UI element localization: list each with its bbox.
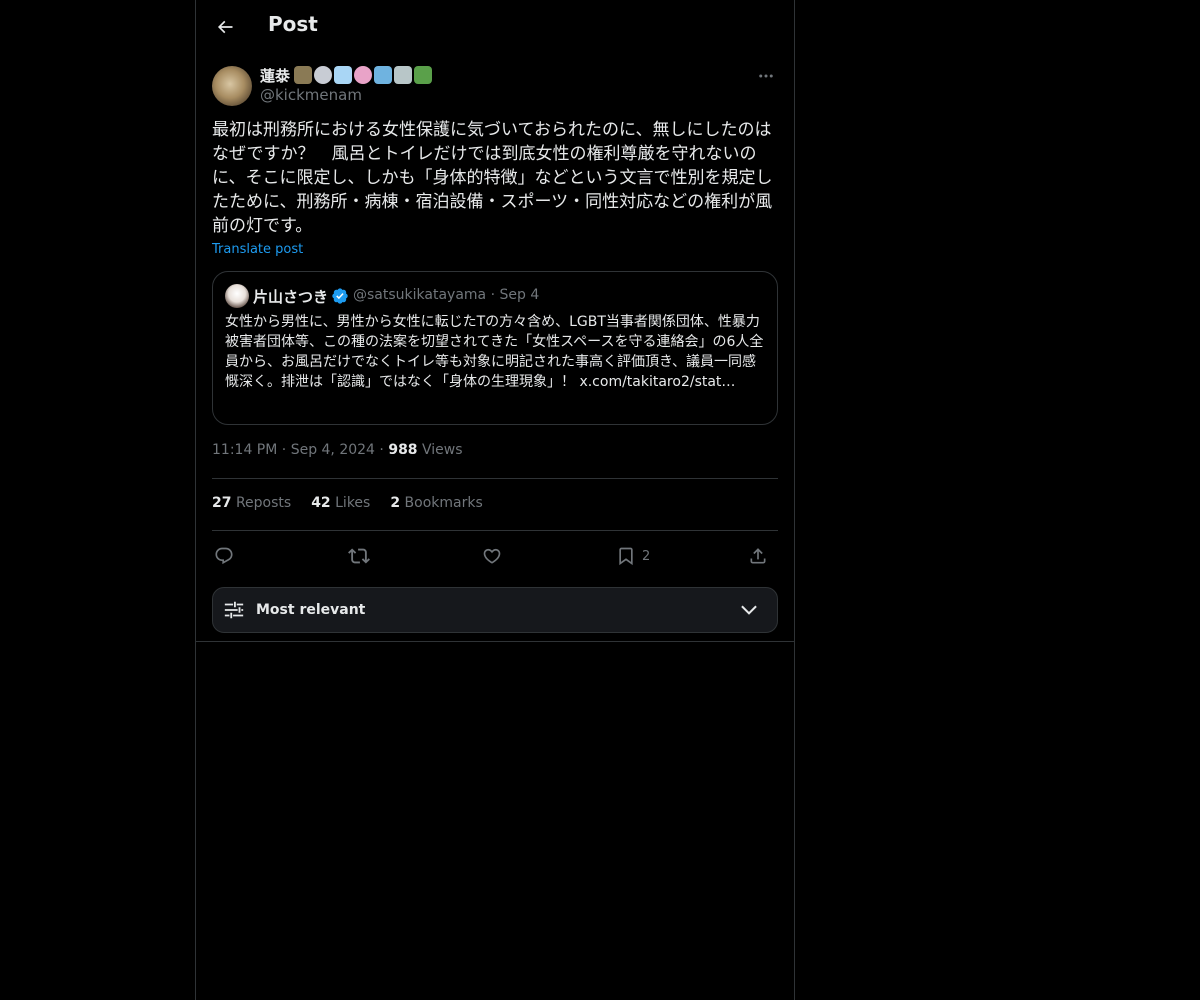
quoted-post[interactable]: 片山さつき @satsukikatayama · Sep 4 女性から男性に、男… <box>212 271 778 425</box>
avatar[interactable] <box>212 66 252 106</box>
divider <box>212 478 778 479</box>
sort-label: Most relevant <box>256 602 366 618</box>
chevron-down-icon <box>741 605 757 615</box>
likes-count: 42 <box>311 495 331 511</box>
quoted-text: 女性から男性に、男性から女性に転じたTの方々含め、LGBT当事者関係団体、性暴力… <box>225 314 764 390</box>
back-arrow-icon <box>217 20 233 34</box>
author-handle[interactable]: @kickmenam <box>260 86 362 104</box>
reposts-label: Reposts <box>235 495 292 511</box>
post-time[interactable]: 11:14 PM <box>212 442 277 458</box>
name-emoji-row <box>294 66 432 84</box>
divider <box>212 530 778 531</box>
reply-icon <box>215 547 233 565</box>
repost-icon <box>348 548 370 564</box>
reposts-count: 27 <box>212 495 232 511</box>
post-detail-column: Post 蓮㳟 @kickmenam 最初は刑務所における女性保護に気づいておら… <box>195 0 795 1000</box>
bookmarks-label: Bookmarks <box>404 495 483 511</box>
likes-stat[interactable]: 42 Likes <box>311 495 370 511</box>
bookmark-button[interactable]: 2 <box>616 544 650 568</box>
more-button[interactable] <box>754 64 778 88</box>
action-bar: 2 <box>212 540 778 572</box>
dot-separator: · <box>379 442 389 458</box>
engagement-stats: 27 Reposts 42 Likes 2 Bookmarks <box>212 495 483 511</box>
translate-post-link[interactable]: Translate post <box>212 242 303 257</box>
quoted-handle: @satsukikatayama <box>353 287 487 303</box>
post-meta: 11:14 PM · Sep 4, 2024 · 988 Views <box>212 442 463 458</box>
quoted-avatar <box>225 284 249 308</box>
dinosaur-emoji-icon <box>414 66 432 84</box>
quoted-date: Sep 4 <box>499 287 540 303</box>
jar-emoji-icon <box>394 66 412 84</box>
bookmarks-stat[interactable]: 2 Bookmarks <box>390 495 482 511</box>
page-title: Post <box>268 12 318 36</box>
verified-icon <box>332 288 348 304</box>
views-count: 988 <box>388 442 418 458</box>
ice-emoji-icon <box>334 66 352 84</box>
top-bar: Post <box>196 0 794 54</box>
back-button[interactable] <box>208 10 242 44</box>
likes-label: Likes <box>335 495 371 511</box>
like-button[interactable] <box>482 544 502 568</box>
divider <box>196 641 794 642</box>
sliders-icon <box>224 601 244 619</box>
reply-button[interactable] <box>214 544 234 568</box>
post-date[interactable]: Sep 4, 2024 <box>291 442 375 458</box>
scales-emoji-icon <box>294 66 312 84</box>
bookmarks-count: 2 <box>390 495 401 511</box>
quoted-handle-line: @satsukikatayama · Sep 4 <box>353 287 539 303</box>
views-label: Views <box>422 442 463 458</box>
share-icon <box>750 548 766 564</box>
quoted-author-name: 片山さつき <box>253 288 329 306</box>
bookmark-icon <box>619 547 633 566</box>
more-icon <box>759 74 773 78</box>
share-button[interactable] <box>748 544 768 568</box>
bookmark-count: 2 <box>642 548 651 564</box>
like-icon <box>483 548 501 564</box>
pink-ball-emoji-icon <box>354 66 372 84</box>
dot-separator: · <box>281 442 291 458</box>
reply-sort-dropdown[interactable]: Most relevant <box>212 587 778 633</box>
post-text: 最初は刑務所における女性保護に気づいておられたのに、無しにしたのはなぜですか？ … <box>212 120 773 236</box>
repost-button[interactable] <box>348 544 370 568</box>
pole-emoji-icon <box>374 66 392 84</box>
post-author: 蓮㳟 @kickmenam <box>212 64 778 108</box>
author-name[interactable]: 蓮㳟 <box>260 65 290 86</box>
disc-emoji-icon <box>314 66 332 84</box>
reposts-stat[interactable]: 27 Reposts <box>212 495 291 511</box>
